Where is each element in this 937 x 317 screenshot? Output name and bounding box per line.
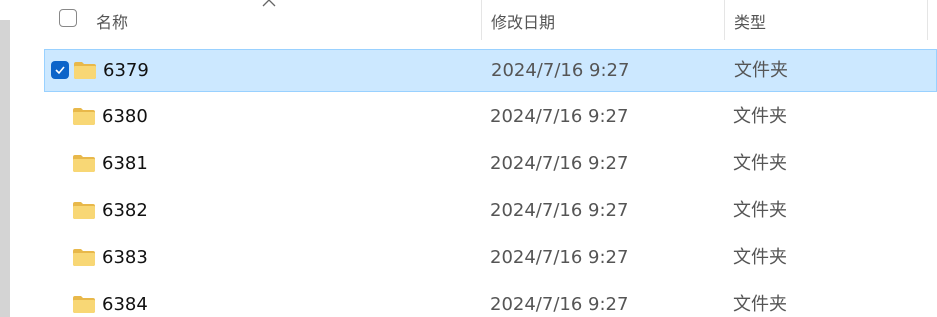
folder-icon (73, 155, 95, 172)
file-date: 2024/7/16 9:27 (490, 153, 629, 174)
file-row[interactable]: 6382 2024/7/16 9:27 文件夹 (44, 190, 937, 237)
file-row[interactable]: 6379 2024/7/16 9:27 文件夹 (44, 49, 937, 92)
navigation-pane-gap (0, 0, 10, 20)
folder-icon (74, 62, 96, 79)
file-row[interactable]: 6384 2024/7/16 9:27 文件夹 (44, 284, 937, 317)
folder-icon (73, 296, 95, 313)
column-divider[interactable] (927, 0, 928, 40)
folder-icon (73, 108, 95, 125)
file-date: 2024/7/16 9:27 (490, 200, 629, 221)
file-type: 文件夹 (733, 294, 787, 315)
folder-icon (73, 249, 95, 266)
file-row[interactable]: 6381 2024/7/16 9:27 文件夹 (44, 143, 937, 190)
column-divider[interactable] (724, 0, 725, 40)
file-list: 6379 2024/7/16 9:27 文件夹 6380 2024/7/16 9… (44, 49, 937, 317)
file-name[interactable]: 6382 (102, 200, 148, 222)
file-date: 2024/7/16 9:27 (490, 106, 629, 127)
file-name[interactable]: 6384 (102, 294, 148, 316)
file-row[interactable]: 6380 2024/7/16 9:27 文件夹 (44, 96, 937, 143)
file-date: 2024/7/16 9:27 (491, 60, 630, 81)
file-name[interactable]: 6383 (102, 247, 148, 269)
folder-icon (73, 202, 95, 219)
select-all-checkbox[interactable] (59, 9, 77, 27)
navigation-pane-edge (0, 0, 10, 317)
file-name[interactable]: 6381 (102, 153, 148, 175)
file-name[interactable]: 6380 (102, 106, 148, 128)
file-row[interactable]: 6383 2024/7/16 9:27 文件夹 (44, 237, 937, 284)
column-header-date[interactable]: 修改日期 (491, 9, 555, 33)
file-type: 文件夹 (734, 60, 788, 81)
file-type: 文件夹 (733, 247, 787, 268)
column-header-bar: 名称 修改日期 类型 (44, 0, 937, 40)
file-type: 文件夹 (733, 106, 787, 127)
file-explorer-list: 名称 修改日期 类型 6379 2024/7/16 9:27 文件夹 6380 (0, 0, 937, 317)
column-header-type[interactable]: 类型 (734, 9, 766, 33)
column-divider[interactable] (481, 0, 482, 40)
file-date: 2024/7/16 9:27 (490, 294, 629, 315)
file-type: 文件夹 (733, 153, 787, 174)
file-date: 2024/7/16 9:27 (490, 247, 629, 268)
file-type: 文件夹 (733, 200, 787, 221)
checkbox-icon[interactable] (51, 61, 69, 79)
column-header-name[interactable]: 名称 (96, 9, 128, 33)
sort-up-icon (262, 0, 276, 7)
file-name[interactable]: 6379 (103, 60, 149, 82)
